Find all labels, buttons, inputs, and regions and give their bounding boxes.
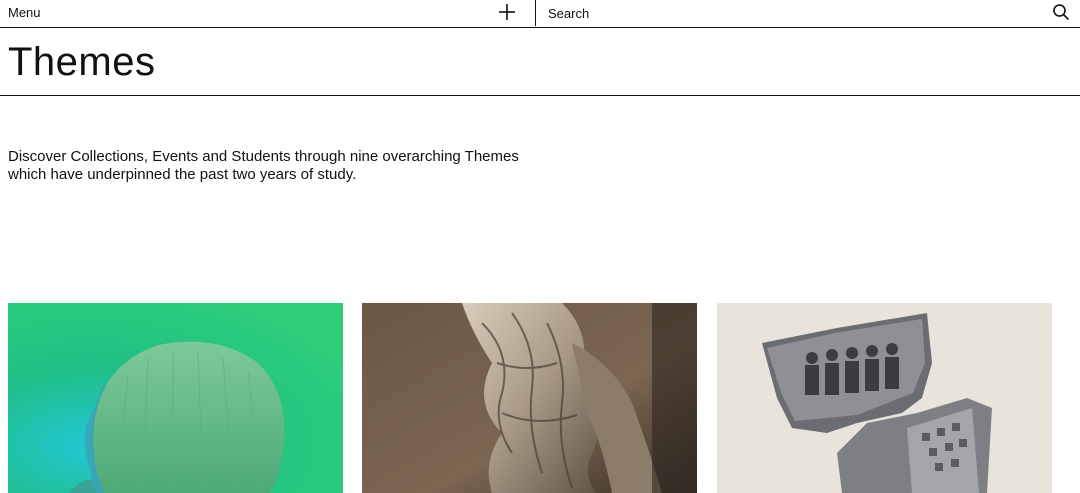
theme-card[interactable] <box>362 303 697 493</box>
theme-card-image-sculpture <box>362 303 697 493</box>
menu-button[interactable]: Menu <box>8 5 41 21</box>
menu-area: Menu <box>0 0 536 26</box>
title-band: Themes <box>0 28 1080 96</box>
intro-text: Discover Collections, Events and Student… <box>8 148 519 183</box>
search-area <box>536 0 1080 26</box>
theme-card[interactable] <box>8 303 343 493</box>
theme-card-image-torn-photo <box>717 303 1052 493</box>
top-navigation-bar: Menu <box>0 0 1080 28</box>
search-icon[interactable] <box>1052 3 1070 21</box>
theme-card-image-portrait <box>8 303 343 493</box>
plus-icon[interactable] <box>497 2 517 22</box>
page-title: Themes <box>8 40 156 84</box>
search-input[interactable] <box>548 3 1028 23</box>
theme-card[interactable] <box>717 303 1052 493</box>
